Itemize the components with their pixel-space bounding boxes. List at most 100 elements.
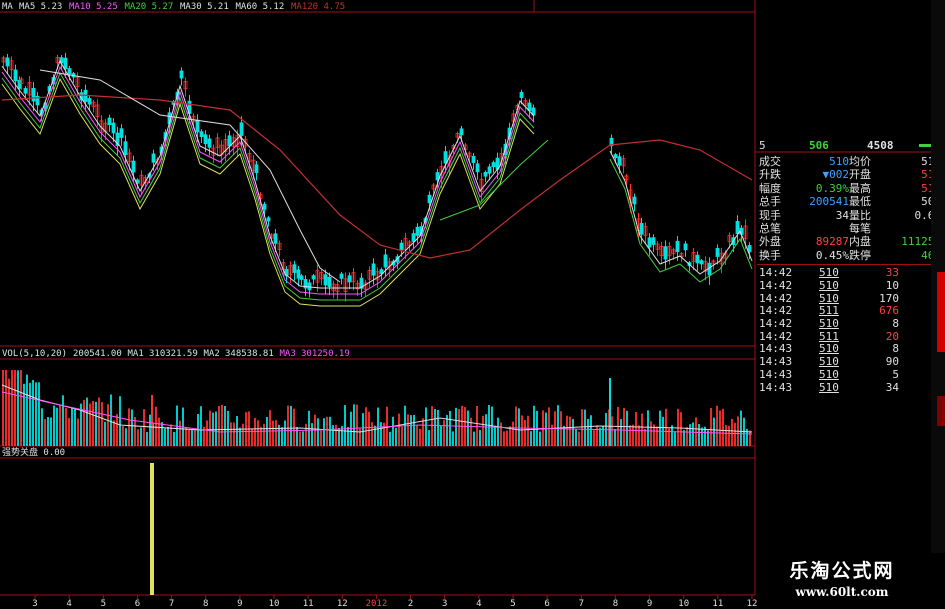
volume-bar [107,404,109,446]
volume-bar [86,397,88,446]
volume-bar [65,407,67,446]
legend-item: MA30 5.21 [180,2,229,12]
ma-line [1,77,535,307]
volume-bar [71,407,73,446]
candle-body [119,128,124,138]
volume-bar [206,420,208,446]
candle-body [715,247,720,257]
trade-volume: 8 [892,317,899,330]
trade-time: 14:42 [759,317,793,330]
candle-body [5,57,10,67]
volume-bar [293,408,295,446]
volume-bar [14,370,16,446]
side-tab-strip[interactable] [931,0,945,609]
legend-item: MA10 5.25 [69,2,118,12]
volume-bar [506,430,508,446]
volume-bar [164,428,166,446]
volume-bar [716,405,718,446]
volume-bar [188,429,190,446]
volume-bar [590,415,592,446]
quote-key: 幅度 [759,181,781,195]
volume-bar [137,429,139,446]
quote-value: 510 [829,155,849,168]
volume-bar [371,422,373,446]
trade-volume: 5 [892,367,899,381]
volume-bar [359,428,361,446]
volume-bar [599,427,601,446]
volume-bar [74,408,76,446]
volume-bar [224,405,226,446]
candle-body [123,141,128,156]
volume-bar [626,410,628,446]
candle-body [87,98,92,105]
quote-value: 34 [835,208,849,222]
quote-key: 换手 [759,248,781,262]
candle-body [296,269,301,279]
volume-bar [155,406,157,446]
volume-bar [497,417,499,446]
quote-value: 0.39% [815,181,849,195]
volume-bar [11,370,13,446]
volume-bar [530,431,532,446]
volume-bar [473,431,475,446]
legend-item: 310321.59 [149,349,198,359]
trade-price: 510 [819,266,839,280]
volume-bar [296,427,298,446]
volume-bar [416,424,418,446]
legend-item: 200541.00 [73,349,122,359]
volume-bar [218,405,220,446]
side-tab[interactable] [937,396,945,426]
candle-body [195,119,200,133]
legend-item: MA120 4.75 [291,2,346,12]
candle-body [207,138,212,148]
candle-body [699,260,704,265]
volume-bar [407,414,409,446]
volume-bar [260,426,262,446]
quote-key: 开盘 [849,168,871,182]
x-tick-label: 3 [442,599,447,609]
x-tick-label: 9 [237,599,242,609]
candle-body [683,243,688,251]
trade-price: 510 [819,291,839,305]
legend-item: VOL(5,10,20) [2,349,68,359]
volume-bar [431,406,433,446]
volume-bar [740,410,742,446]
volume-bar [449,410,451,446]
signal-bar [150,463,154,595]
legend-item: MA20 5.27 [124,2,174,12]
ma-line [609,158,753,283]
indicator-label: 强势关盘 0.00 [2,448,66,458]
volume-bar [650,421,652,446]
side-tab[interactable] [937,272,945,352]
candle-body [179,70,184,79]
candle-body [254,164,259,173]
volume-bar [185,427,187,446]
volume-bar [731,418,733,446]
volume-bar [290,405,292,446]
volume-bar [26,374,28,446]
x-tick-label: 9 [647,599,652,609]
volume-bar [368,411,370,446]
quote-key: 外盘 [759,235,781,249]
trade-time: 14:43 [759,367,793,381]
volume-bar [110,394,112,446]
volume-bar [254,417,256,446]
volume-bar [125,428,127,446]
volume-bar [242,423,244,446]
candle-body [415,226,420,236]
volume-bar [8,378,10,446]
volume-bar [518,408,520,446]
volume-bar [659,410,661,446]
volume-bar [143,409,145,446]
volume-bar [470,417,472,446]
candle-body [31,88,36,102]
volume-bar [584,409,586,446]
volume-bar [221,404,223,446]
volume-bar [524,420,526,446]
volume-bar [668,428,670,446]
trade-volume: 170 [879,291,899,305]
candle-body [299,275,304,280]
volume-bar [620,419,622,446]
trade-price: 510 [819,317,839,330]
volume-bar [476,406,478,446]
